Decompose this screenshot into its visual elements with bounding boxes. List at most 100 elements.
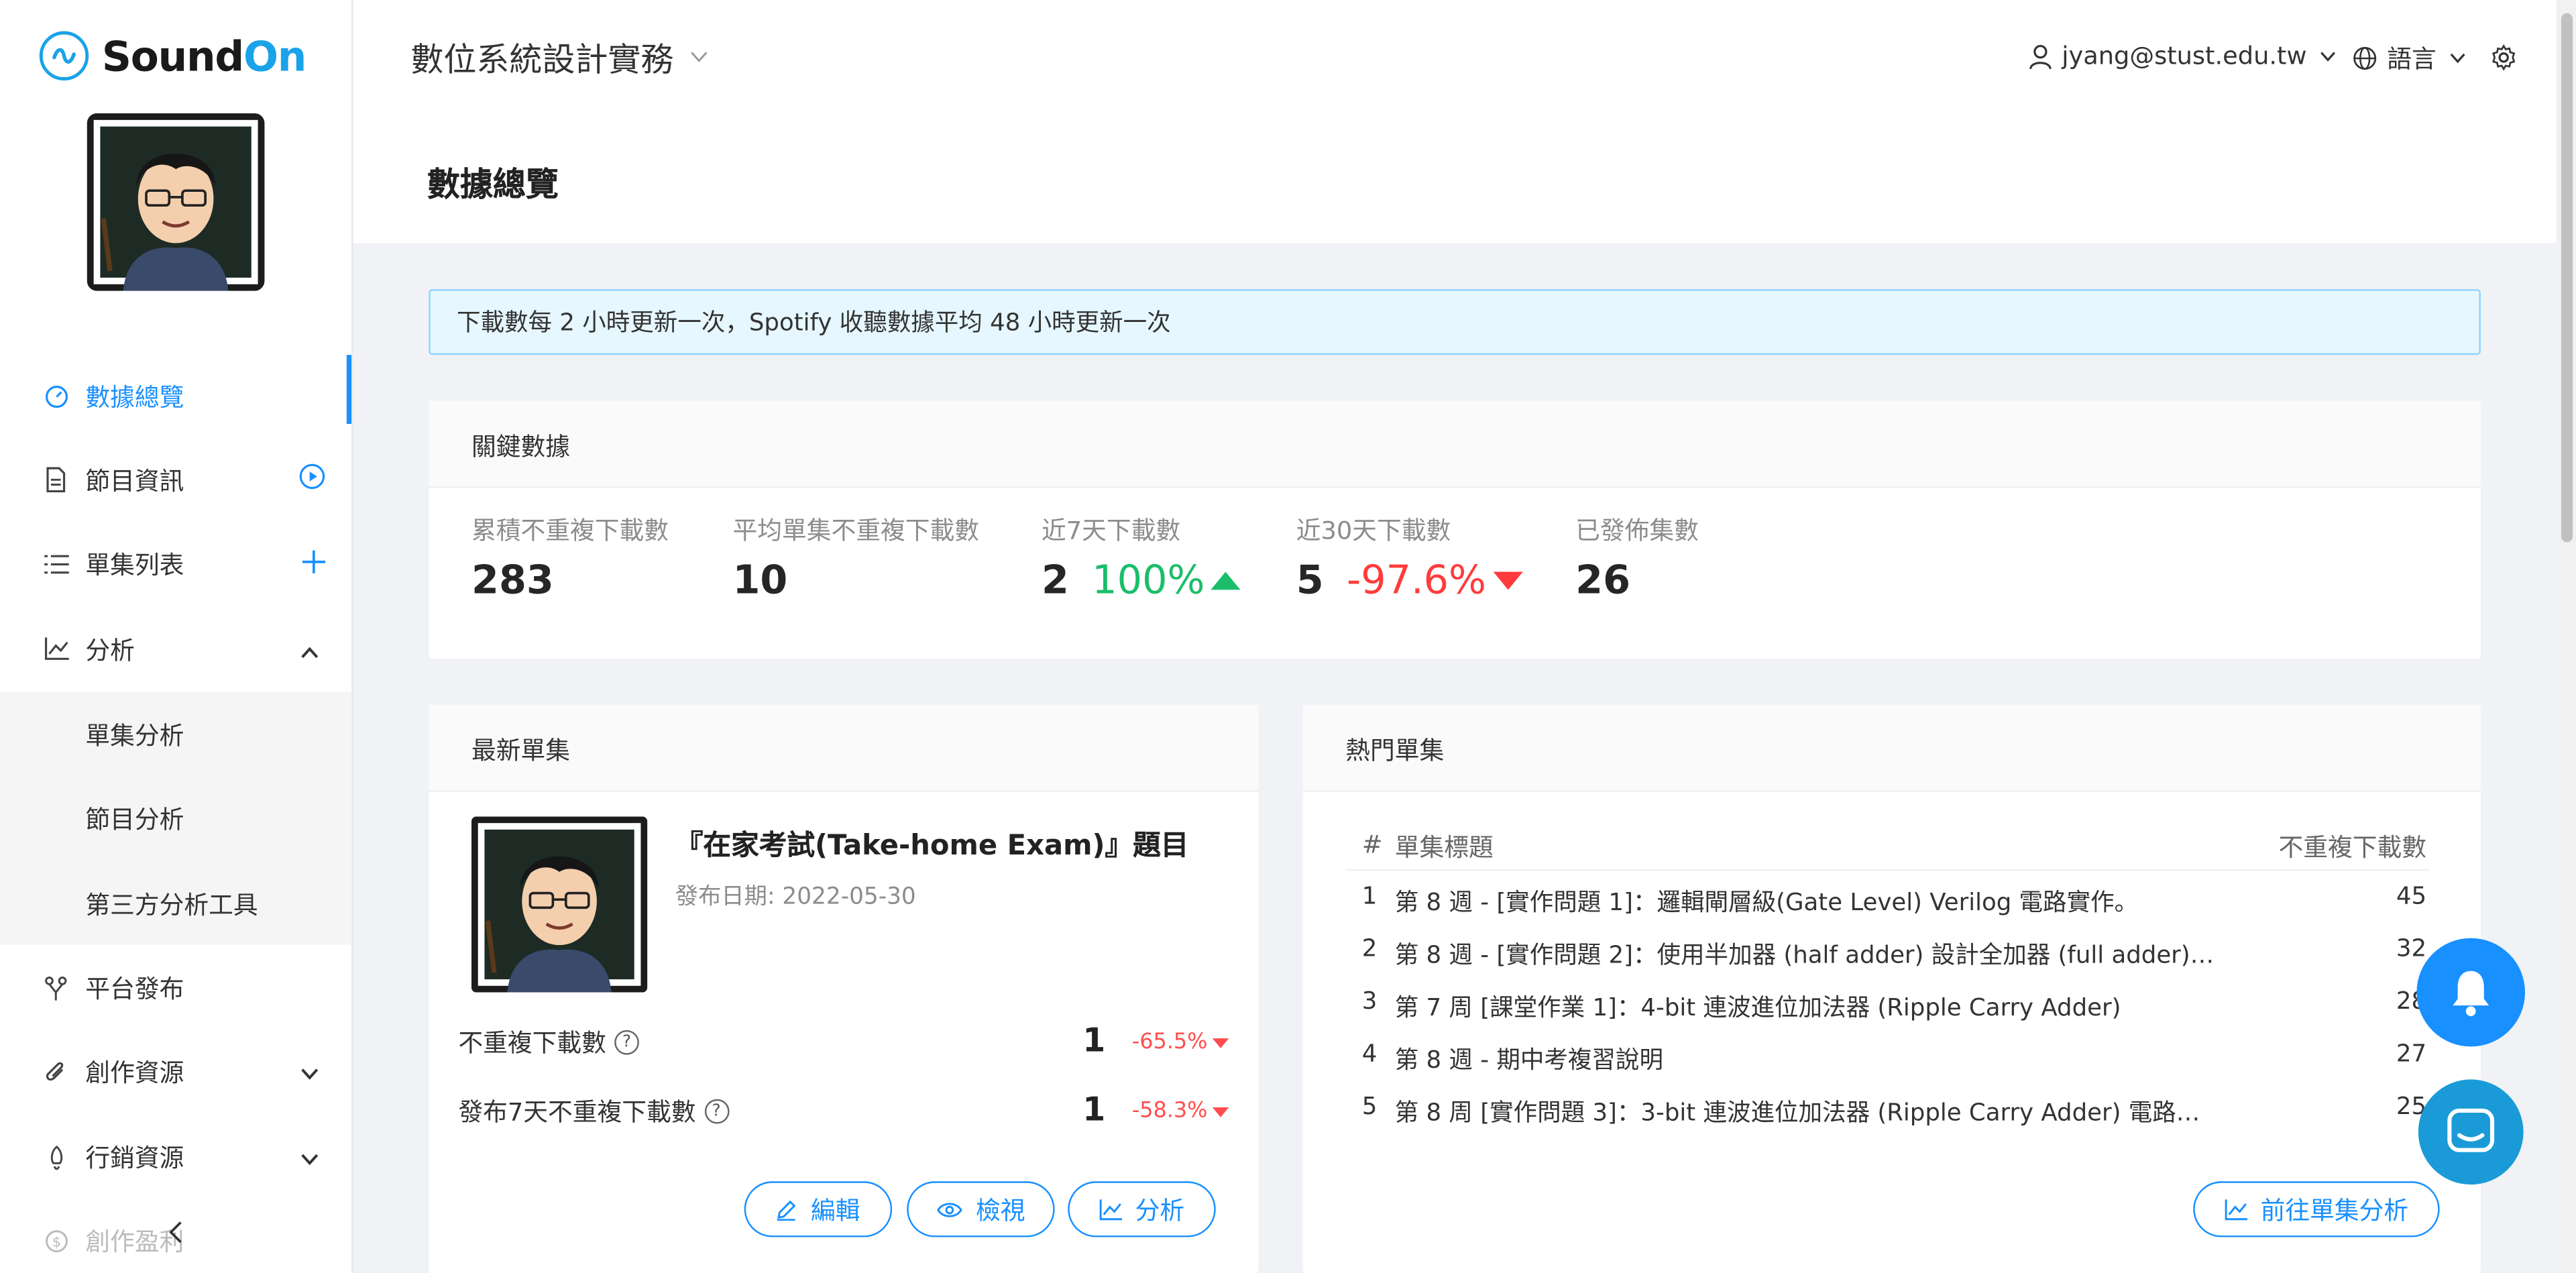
branch-icon	[41, 973, 70, 1002]
column-header-num: #	[1361, 830, 1383, 860]
episode-date: 發布日期: 2022-05-30	[675, 883, 916, 911]
card-header: 關鍵數據	[429, 400, 2481, 488]
stat-change-down: -97.6%	[1347, 557, 1522, 603]
table-header: # 單集標題 不重複下載數	[1345, 826, 2430, 871]
chevron-left-icon[interactable]	[168, 1219, 184, 1251]
view-button[interactable]: 檢視	[907, 1181, 1055, 1237]
submenu-item-show-analytics[interactable]: 節目分析	[85, 801, 184, 836]
stat-value: 283	[471, 557, 554, 604]
column-header-count: 不重複下載數	[2278, 832, 2427, 863]
row-count: 27	[2396, 1042, 2427, 1068]
sidebar-item-label: 數據總覽	[85, 382, 184, 412]
stat-total-downloads: 累積不重複下載數 283	[471, 512, 669, 603]
card-title: 最新單集	[471, 736, 571, 766]
dollar-icon: $	[41, 1225, 70, 1255]
sidebar-item-overview[interactable]: 數據總覽	[0, 355, 352, 437]
sidebar-item-marketing-resources[interactable]: 行銷資源	[0, 1115, 351, 1197]
card-header: 最新單集	[429, 704, 1259, 792]
episode-title[interactable]: 『在家考試(Take-home Exam)』題目	[675, 822, 1189, 863]
dashboard-icon	[41, 381, 70, 410]
row-title[interactable]: 第 8 週 - [實作問題 1]：邏輯閘層級(Gate Level) Veril…	[1395, 884, 2217, 918]
chevron-up-icon[interactable]	[300, 632, 319, 666]
sidebar-item-label: 節目資訊	[85, 465, 184, 496]
row-title[interactable]: 第 8 週 - [實作問題 2]：使用半加器 (half adder) 設計全加…	[1395, 936, 2217, 971]
line-chart-icon	[1099, 1198, 1122, 1220]
triangle-down-icon	[1492, 571, 1522, 590]
episode-thumbnail[interactable]	[471, 816, 648, 993]
row-title[interactable]: 第 7 周 [課堂作業 1]：4-bit 連波進位加法器 (Ripple Car…	[1395, 989, 2217, 1023]
gear-icon[interactable]	[2491, 44, 2517, 77]
row-num: 1	[1361, 883, 1378, 911]
stat-value: 5	[1296, 557, 1324, 604]
go-to-episode-analytics-button[interactable]: 前往單集分析	[2193, 1181, 2440, 1237]
row-title[interactable]: 第 8 周 [實作問題 3]：3-bit 連波進位加法器 (Ripple Car…	[1395, 1094, 2217, 1128]
sidebar-item-creator-resources[interactable]: 創作資源	[0, 1030, 351, 1112]
line-chart-icon	[41, 634, 70, 664]
stat-7day-downloads: 近7天下載數 2 100%	[1042, 512, 1241, 603]
sidebar-item-distribution[interactable]: 平台發布	[0, 946, 351, 1028]
row-title[interactable]: 第 8 週 - 期中考複習說明	[1395, 1042, 2217, 1076]
sidebar-item-label: 創作資源	[85, 1057, 184, 1087]
go-to-episode-analytics-label: 前往單集分析	[2260, 1195, 2409, 1225]
sidebar-item-label: 單集列表	[85, 549, 184, 579]
language-selector[interactable]: 語言	[2353, 41, 2466, 75]
chevron-down-icon	[2449, 52, 2465, 64]
submenu-item-episode-analytics[interactable]: 單集分析	[85, 718, 184, 752]
table-row[interactable]: 3 第 7 周 [課堂作業 1]：4-bit 連波進位加法器 (Ripple C…	[1345, 979, 2430, 1032]
sidebar-item-analytics[interactable]: 分析	[0, 608, 351, 689]
scrollbar-thumb[interactable]	[2561, 13, 2573, 543]
table-row[interactable]: 5 第 8 周 [實作問題 3]：3-bit 連波進位加法器 (Ripple C…	[1345, 1085, 2430, 1137]
metric-label: 發布7天不重複下載數	[458, 1097, 696, 1127]
stat-label: 近7天下載數	[1042, 516, 1181, 546]
show-avatar[interactable]	[87, 113, 265, 291]
sidebar-item-show-info[interactable]: 節目資訊	[0, 439, 351, 520]
metric-change: -58.3%	[1132, 1099, 1229, 1124]
chevron-down-icon	[2320, 50, 2336, 62]
question-circle-icon[interactable]: ?	[614, 1030, 639, 1055]
chevron-down-icon	[690, 50, 708, 64]
line-chart-icon	[2225, 1198, 2247, 1220]
list-icon	[41, 549, 70, 578]
view-button-label: 檢視	[976, 1195, 1025, 1225]
chevron-down-icon[interactable]	[300, 1140, 319, 1174]
table-row[interactable]: 1 第 8 週 - [實作問題 1]：邏輯閘層級(Gate Level) Ver…	[1345, 874, 2430, 926]
edit-button[interactable]: 編輯	[744, 1181, 893, 1237]
question-circle-icon[interactable]: ?	[704, 1099, 729, 1124]
row-num: 2	[1361, 936, 1378, 963]
eye-icon	[936, 1200, 962, 1218]
analytics-submenu: 單集分析 節目分析 第三方分析工具	[0, 691, 352, 945]
edit-icon	[776, 1199, 797, 1220]
metric-value: 1	[1082, 1020, 1106, 1060]
stat-label: 已發佈集數	[1575, 516, 1699, 546]
triangle-down-icon	[1212, 1037, 1229, 1048]
show-selector[interactable]: 數位系統設計實務	[410, 33, 708, 80]
user-menu[interactable]: jyang@stust.edu.tw	[2029, 41, 2336, 70]
card-title: 熱門單集	[1345, 736, 1445, 766]
document-icon	[41, 465, 70, 494]
sidebar-item-episodes[interactable]: 單集列表	[0, 522, 351, 604]
table-row[interactable]: 2 第 8 週 - [實作問題 2]：使用半加器 (half adder) 設計…	[1345, 927, 2430, 979]
logo[interactable]: SoundOn	[39, 30, 306, 82]
table-row[interactable]: 4 第 8 週 - 期中考複習說明 27	[1345, 1032, 2430, 1084]
edit-button-label: 編輯	[810, 1195, 860, 1225]
info-alert: 下載數每 2 小時更新一次，Spotify 收聽數據平均 48 小時更新一次	[429, 289, 2481, 355]
plus-icon[interactable]	[302, 546, 326, 580]
chevron-down-icon[interactable]	[300, 1054, 319, 1088]
notification-fab[interactable]	[2416, 938, 2526, 1047]
soundon-logo-icon	[39, 31, 89, 81]
bell-icon	[2448, 968, 2494, 1017]
paperclip-icon	[41, 1056, 70, 1086]
row-num: 3	[1361, 989, 1378, 1015]
chat-fab[interactable]	[2418, 1079, 2524, 1185]
stat-value: 2	[1042, 557, 1069, 604]
sidebar-item-label: 平台發布	[85, 973, 184, 1003]
triangle-down-icon	[1212, 1106, 1229, 1117]
change-value: -97.6%	[1346, 557, 1486, 604]
globe-icon	[2353, 46, 2377, 71]
row-num: 4	[1361, 1042, 1378, 1068]
analyze-button[interactable]: 分析	[1068, 1181, 1216, 1237]
play-circle-icon[interactable]	[299, 463, 325, 497]
submenu-item-third-party-tools[interactable]: 第三方分析工具	[85, 887, 258, 922]
triangle-up-icon	[1211, 571, 1241, 590]
stat-label: 近30天下載數	[1296, 516, 1451, 546]
